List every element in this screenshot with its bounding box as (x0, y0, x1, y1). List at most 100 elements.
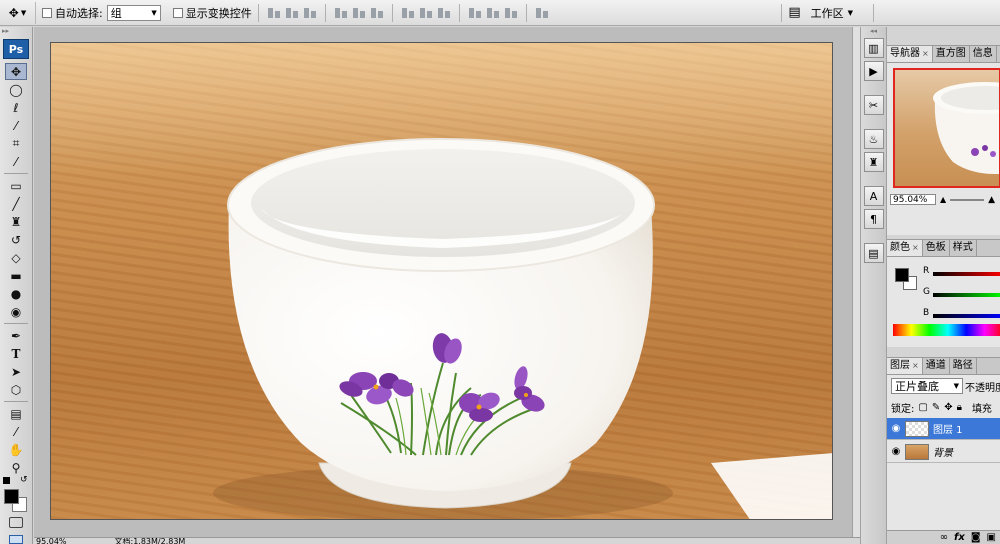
distribute-right-icon[interactable] (504, 6, 518, 20)
auto-select-dropdown[interactable]: 组 ▼ (106, 4, 161, 21)
align-left-icon[interactable] (334, 6, 348, 20)
tab-styles[interactable]: 样式 (950, 240, 977, 256)
auto-select-checkbox[interactable] (42, 7, 52, 18)
auto-align-icon[interactable] (535, 6, 549, 20)
layer-row[interactable]: ◉ 图层 1 (887, 418, 1000, 440)
zoom-in-icon[interactable]: ▲ (988, 195, 995, 205)
type-tool[interactable]: T (5, 345, 27, 362)
zoom-slider[interactable] (950, 198, 985, 201)
close-icon[interactable]: × (922, 46, 929, 62)
lock-pixels-icon[interactable]: ✎ (932, 402, 940, 413)
eye-icon[interactable]: ◉ (887, 423, 905, 434)
channel-b-slider[interactable] (933, 314, 1000, 318)
distribute-vcenter-icon[interactable] (419, 6, 433, 20)
align-bottom-icon[interactable] (303, 6, 317, 20)
zoom-out-icon[interactable]: ▲ (940, 195, 946, 204)
character-panel-button[interactable]: A (863, 186, 884, 206)
foreground-color-swatch[interactable] (4, 489, 19, 504)
tab-channels[interactable]: 通道 (923, 358, 950, 374)
blend-mode-dropdown[interactable]: 正片叠底 ▼ (891, 378, 963, 394)
tab-layers[interactable]: 图层 × (887, 358, 923, 374)
crop-tool[interactable]: ⌗ (5, 135, 27, 152)
color-fg-swatch[interactable] (895, 268, 909, 282)
navigator-thumbnail[interactable] (893, 68, 1000, 188)
lock-position-icon[interactable]: ✥ (944, 402, 952, 413)
pen-tool[interactable]: ✒ (5, 327, 27, 344)
shape-tool[interactable]: ⬡ (5, 381, 27, 398)
channel-r-slider[interactable] (933, 272, 1000, 276)
paragraph-panel-button[interactable]: ¶ (863, 209, 884, 229)
blur-tool[interactable]: ● (5, 285, 27, 302)
status-zoom[interactable]: 95.04% (36, 538, 67, 544)
ps-logo[interactable]: Ps (3, 39, 29, 59)
canvas-area[interactable] (34, 27, 856, 537)
tab-paths[interactable]: 路径 (950, 358, 977, 374)
align-top-icon[interactable] (267, 6, 281, 20)
tool-preset-picker[interactable]: ✥ ▼ (0, 1, 36, 24)
add-mask-icon[interactable]: ◙ (971, 532, 981, 543)
swap-colors-icon[interactable]: ↺ (20, 475, 28, 485)
layer-comps-button[interactable]: ▤ (863, 243, 884, 263)
path-select-tool[interactable]: ➤ (5, 363, 27, 380)
tab-info[interactable]: 信息 (970, 46, 997, 62)
lock-all-icon[interactable]: 🔒︎ (957, 402, 962, 413)
channel-g-slider[interactable] (933, 293, 1000, 297)
marquee-tool[interactable]: ◯ (5, 81, 27, 98)
eraser-tool[interactable]: ◇ (5, 249, 27, 266)
distribute-top-icon[interactable] (401, 6, 415, 20)
notes-tool[interactable]: ▤ (5, 405, 27, 422)
lock-transparency-icon[interactable]: ▢ (918, 402, 927, 413)
distribute-left-icon[interactable] (468, 6, 482, 20)
layers-panel: 图层× 通道 路径 正片叠底 ▼ 不透明度 锁定: ▢ ✎ ✥ 🔒︎ 填充 ◉ … (887, 357, 1000, 544)
color-spectrum[interactable] (893, 324, 1000, 336)
layer-row[interactable]: ◉ 背景 (887, 441, 1000, 463)
close-icon[interactable]: × (912, 240, 919, 256)
vertical-scrollbar[interactable] (852, 27, 860, 537)
history-panel-button[interactable]: ▥ (863, 38, 884, 58)
screen-mode-icon[interactable] (9, 535, 23, 544)
actions-panel-button[interactable]: ▶ (863, 61, 884, 81)
default-colors-icon[interactable] (3, 477, 10, 484)
hand-tool[interactable]: ✋ (5, 441, 27, 458)
eyedropper2-tool[interactable]: ⁄ (5, 423, 27, 440)
tab-histogram[interactable]: 直方图 (933, 46, 970, 62)
move-tool[interactable]: ✥ (5, 63, 27, 80)
link-layers-icon[interactable]: ∞ (940, 532, 948, 543)
panel-grip[interactable]: ▸▸ (0, 27, 32, 35)
eyedropper-tool[interactable]: ⁄ (5, 153, 27, 170)
lasso-tool[interactable]: ℓ (5, 99, 27, 116)
document-canvas[interactable] (50, 42, 833, 520)
layer-name[interactable]: 背景 (933, 444, 953, 459)
navigator-zoom-input[interactable]: 95.04% (890, 194, 936, 205)
tab-color[interactable]: 颜色 × (887, 240, 923, 256)
distribute-bottom-icon[interactable] (437, 6, 451, 20)
gradient-tool[interactable]: ▬ (5, 267, 27, 284)
align-vcenter-icon[interactable] (285, 6, 299, 20)
workspace-button[interactable]: 工作区 ▼ (811, 5, 853, 21)
dodge-tool[interactable]: ◉ (5, 303, 27, 320)
new-layer-icon[interactable]: ▣ (987, 532, 996, 543)
quick-select-tool[interactable]: ⁄ (5, 117, 27, 134)
stamp-tool[interactable]: ♜ (5, 213, 27, 230)
tool-presets-button[interactable]: ✂ (863, 95, 884, 115)
history-brush-tool[interactable]: ↺ (5, 231, 27, 248)
dodge-icon: ◉ (10, 304, 22, 319)
tab-navigator[interactable]: 导航器 × (887, 46, 933, 62)
align-hcenter-icon[interactable] (352, 6, 366, 20)
healing-tool[interactable]: ▭ (5, 177, 27, 194)
layer-name[interactable]: 图层 1 (933, 421, 963, 436)
panel-grip[interactable]: ◂◂ (861, 27, 886, 35)
align-right-icon[interactable] (370, 6, 384, 20)
brush-tool[interactable]: ╱ (5, 195, 27, 212)
brushes-panel-button[interactable]: ♨ (863, 129, 884, 149)
distribute-hcenter-icon[interactable] (486, 6, 500, 20)
workspace-icon[interactable]: ▤ (788, 5, 800, 20)
layer-style-icon[interactable]: fx (954, 532, 965, 543)
close-icon[interactable]: × (912, 358, 919, 374)
clone-source-button[interactable]: ♜ (863, 152, 884, 172)
quick-mask-icon[interactable] (9, 517, 23, 528)
tab-swatches[interactable]: 色板 (923, 240, 950, 256)
eye-icon[interactable]: ◉ (887, 446, 905, 457)
show-transform-checkbox[interactable] (172, 7, 183, 18)
zoom-tool[interactable]: ⚲ (5, 459, 27, 476)
